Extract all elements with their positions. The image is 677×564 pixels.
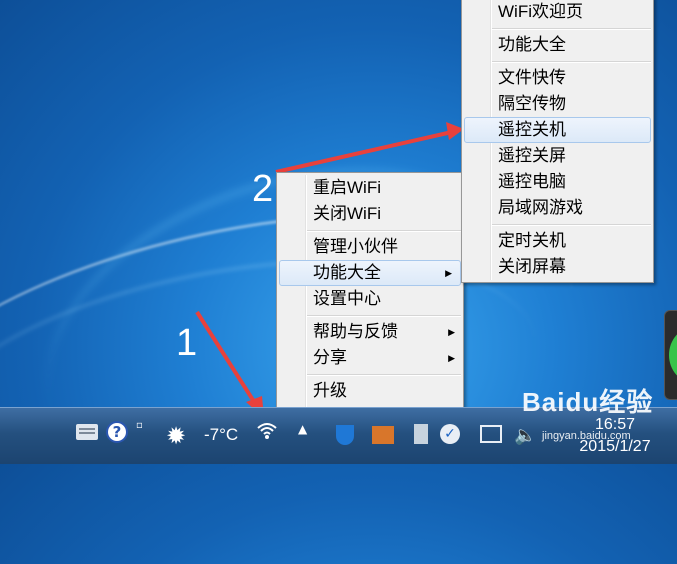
flag-icon[interactable] xyxy=(372,426,394,444)
submenu-item-remote-screen-off[interactable]: 遥控关屏 xyxy=(462,143,653,169)
annotation-number-1: 1 xyxy=(176,322,198,364)
menu-item-restart-wifi[interactable]: 重启WiFi xyxy=(277,175,463,201)
submenu-item-all-features[interactable]: 功能大全 xyxy=(462,32,653,58)
menu-separator xyxy=(307,312,463,319)
submenu-item-scheduled-shutdown[interactable]: 定时关机 xyxy=(462,228,653,254)
menu-separator xyxy=(492,58,653,65)
menu-item-help-feedback[interactable]: 帮助与反馈 ▶ xyxy=(277,319,463,345)
menu-item-share[interactable]: 分享 ▶ xyxy=(277,345,463,371)
menu-item-manage-friends[interactable]: 管理小伙伴 xyxy=(277,234,463,260)
menu-separator xyxy=(492,221,653,228)
menu-separator xyxy=(307,371,463,378)
baidu-watermark: Baidu经验 xyxy=(522,387,654,417)
keyboard-icon[interactable] xyxy=(76,424,98,440)
volume-icon[interactable]: 🔈 xyxy=(514,425,536,446)
pen-icon[interactable] xyxy=(414,424,428,444)
submenu-arrow-icon: ▶ xyxy=(448,353,455,363)
desktop-gadget[interactable] xyxy=(664,310,677,400)
submenu-arrow-icon: ▶ xyxy=(445,268,452,278)
submenu-item-file-transfer[interactable]: 文件快传 xyxy=(462,65,653,91)
annotation-number-2: 2 xyxy=(252,168,274,210)
submenu-item-wifi-welcome[interactable]: WiFi欢迎页 xyxy=(462,0,653,25)
menu-separator xyxy=(492,25,653,32)
menu-item-upgrade[interactable]: 升级 xyxy=(277,378,463,404)
submenu-arrow-icon: ▶ xyxy=(448,327,455,337)
network-icon[interactable] xyxy=(480,425,502,443)
submenu-item-lan-games[interactable]: 局域网游戏 xyxy=(462,195,653,221)
help-icon[interactable]: ? xyxy=(106,421,128,443)
watermark-url: jingyan.baidu.com xyxy=(542,430,631,442)
wifi-icon[interactable] xyxy=(256,422,278,440)
submenu-item-close-screen[interactable]: 关闭屏幕 xyxy=(462,254,653,280)
show-hidden-icons-icon[interactable]: ▲ xyxy=(298,422,307,436)
submenu-item-air-transfer[interactable]: 隔空传物 xyxy=(462,91,653,117)
sun-icon[interactable]: ✹ xyxy=(166,422,186,450)
context-menu: 重启WiFi 关闭WiFi 管理小伙伴 功能大全 ▶ 设置中心 帮助与反馈 ▶ 分享… xyxy=(276,172,464,433)
menu-item-close-wifi[interactable]: 关闭WiFi xyxy=(277,201,463,227)
shield-icon[interactable] xyxy=(336,425,354,445)
menu-separator xyxy=(307,227,463,234)
small-window-icon[interactable]: ▫ xyxy=(136,420,143,431)
temperature-label[interactable]: -7°C xyxy=(204,425,238,445)
features-submenu: WiFi欢迎页 功能大全 文件快传 隔空传物 遥控关机 遥控关屏 遥控电脑 局域… xyxy=(461,0,654,283)
check-icon[interactable]: ✓ xyxy=(440,424,460,444)
submenu-item-remote-shutdown[interactable]: 遥控关机 xyxy=(464,117,651,143)
menu-item-settings[interactable]: 设置中心 xyxy=(277,286,463,312)
menu-item-all-features[interactable]: 功能大全 ▶ xyxy=(279,260,461,286)
submenu-item-remote-pc[interactable]: 遥控电脑 xyxy=(462,169,653,195)
